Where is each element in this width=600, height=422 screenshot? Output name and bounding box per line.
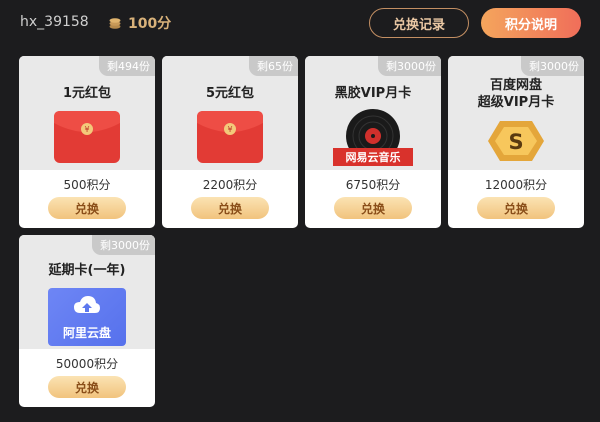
reward-title: 延期卡(一年) xyxy=(48,263,126,278)
header-bar: hx_39158 100分 兑换记录 积分说明 xyxy=(0,0,600,48)
remaining-badge: 剩494份 xyxy=(99,56,155,76)
remaining-badge: 剩3000份 xyxy=(92,235,155,255)
reward-card-5yuan: 剩65份 5元红包 ¥ 2200积分 兑换 xyxy=(162,56,298,228)
reward-card-extension: 剩3000份 延期卡(一年) 阿里云盘 50000积分 兑换 xyxy=(19,235,155,407)
reward-cost: 12000积分 xyxy=(484,178,548,192)
points-explain-button[interactable]: 积分说明 xyxy=(481,8,581,38)
exchange-record-button[interactable]: 兑换记录 xyxy=(369,8,469,38)
netease-music-badge: 网易云音乐 xyxy=(333,148,413,166)
remaining-badge: 剩3000份 xyxy=(521,56,584,76)
aliyun-drive-label: 阿里云盘 xyxy=(62,326,111,340)
reward-title-line2: 超级VIP月卡 xyxy=(477,95,555,110)
reward-card-vinyl-vip: 剩3000份 黑胶VIP月卡 网易云音乐 6750积分 兑换 xyxy=(305,56,441,228)
red-envelope-icon: ¥ xyxy=(54,111,120,163)
exchange-button[interactable]: 兑换 xyxy=(191,197,269,219)
reward-title-line1: 百度网盘 xyxy=(489,78,542,93)
remaining-badge: 剩3000份 xyxy=(378,56,441,76)
exchange-button[interactable]: 兑换 xyxy=(48,376,126,398)
svg-text:S: S xyxy=(508,130,523,154)
svg-text:¥: ¥ xyxy=(84,125,89,134)
coin-stack-icon xyxy=(109,18,121,29)
reward-cost: 50000积分 xyxy=(55,357,119,371)
aliyun-drive-icon: 阿里云盘 xyxy=(48,288,126,346)
exchange-button[interactable]: 兑换 xyxy=(334,197,412,219)
reward-title: 5元红包 xyxy=(205,86,255,101)
reward-cost: 500积分 xyxy=(63,178,111,192)
remaining-badge: 剩65份 xyxy=(249,56,298,76)
reward-cost: 6750积分 xyxy=(345,178,401,192)
svg-text:¥: ¥ xyxy=(227,125,232,134)
username: hx_39158 xyxy=(20,14,89,30)
reward-cost: 2200积分 xyxy=(202,178,258,192)
reward-card-1yuan: 剩494份 1元红包 ¥ 500积分 兑换 xyxy=(19,56,155,228)
cloud-upload-icon xyxy=(74,296,100,313)
reward-title: 黑胶VIP月卡 xyxy=(334,86,412,101)
points-value: 100分 xyxy=(128,16,172,32)
reward-card-baidu-svip: 剩3000份 百度网盘 超级VIP月卡 S 12000积分 兑换 xyxy=(448,56,584,228)
reward-title: 1元红包 xyxy=(62,86,112,101)
baidu-svip-icon: S xyxy=(488,121,544,161)
red-envelope-icon: ¥ xyxy=(197,111,263,163)
points-display: 100分 xyxy=(108,12,171,34)
exchange-button[interactable]: 兑换 xyxy=(48,197,126,219)
exchange-button[interactable]: 兑换 xyxy=(477,197,555,219)
